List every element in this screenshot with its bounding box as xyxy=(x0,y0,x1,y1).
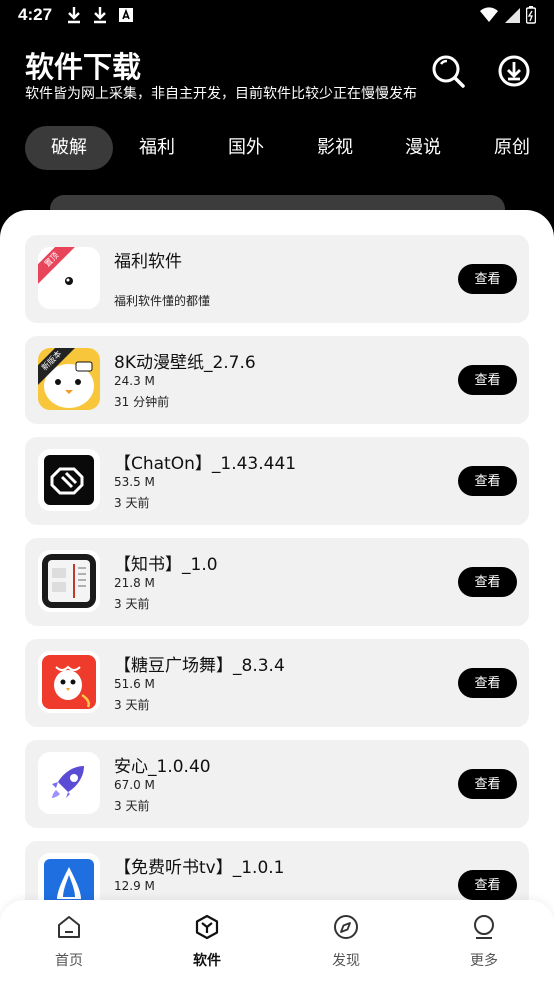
download-notification-icon xyxy=(68,7,80,24)
list-item[interactable]: 新版本 8K动漫壁纸_2.7.6 24.3 M 31 分钟前 查看 xyxy=(25,336,529,424)
view-button[interactable]: 查看 xyxy=(458,567,517,597)
zhishu-book-icon xyxy=(38,550,100,612)
app-title: 【知书】_1.0 xyxy=(114,555,218,575)
app-size: 51.6 M xyxy=(114,677,155,691)
bottom-navigation: 首页 软件 发现 更多 xyxy=(0,900,554,984)
nav-home[interactable]: 首页 xyxy=(29,914,109,974)
list-item[interactable]: 置顶 福利软件 福利软件懂的都懂 查看 xyxy=(25,235,529,323)
view-button[interactable]: 查看 xyxy=(458,264,517,294)
tab-crack[interactable]: 破解 xyxy=(25,126,113,170)
app-size: 53.5 M xyxy=(114,475,155,489)
status-time: 4:27 xyxy=(18,5,53,24)
tab-foreign[interactable]: 国外 xyxy=(214,126,278,170)
nav-software[interactable]: 软件 xyxy=(167,914,247,974)
chaton-icon xyxy=(38,449,100,511)
app-updated: 3 天前 xyxy=(114,496,150,510)
view-button[interactable]: 查看 xyxy=(458,870,517,900)
tab-video[interactable]: 影视 xyxy=(303,126,367,170)
welfare-app-icon: 置顶 xyxy=(38,247,100,309)
app-notification-icon xyxy=(119,8,133,22)
app-title: 福利软件 xyxy=(114,252,182,272)
nav-label: 更多 xyxy=(470,953,498,969)
list-item[interactable]: 安心_1.0.40 67.0 M 3 天前 查看 xyxy=(25,740,529,828)
app-title: 【免费听书tv】_1.0.1 xyxy=(114,858,285,878)
nav-discover[interactable]: 发现 xyxy=(306,914,386,974)
app-size: 12.9 M xyxy=(114,879,155,893)
tab-comics[interactable]: 漫说 xyxy=(391,126,455,170)
app-title: 8K动漫壁纸_2.7.6 xyxy=(114,353,256,373)
download-icon[interactable] xyxy=(497,54,531,88)
view-button[interactable]: 查看 xyxy=(458,466,517,496)
app-size: 21.8 M xyxy=(114,576,155,590)
wifi-icon xyxy=(480,7,498,23)
home-icon xyxy=(58,916,80,938)
app-updated: 3 天前 xyxy=(114,698,150,712)
view-button[interactable]: 查看 xyxy=(458,365,517,395)
search-icon[interactable] xyxy=(431,54,465,88)
page-subtitle: 软件皆为网上采集，非自主开发，目前软件比较少正在慢慢发布 xyxy=(25,86,417,102)
tab-original[interactable]: 原创 xyxy=(480,126,544,170)
app-title: 安心_1.0.40 xyxy=(114,757,211,777)
app-updated: 3 天前 xyxy=(114,799,150,813)
app-description: 福利软件懂的都懂 xyxy=(114,294,211,308)
tangdou-icon xyxy=(38,651,100,713)
list-item[interactable]: 【ChatOn】_1.43.441 53.5 M 3 天前 查看 xyxy=(25,437,529,525)
battery-icon xyxy=(526,6,536,24)
app-title: 【ChatOn】_1.43.441 xyxy=(114,454,297,474)
compass-icon xyxy=(334,915,358,939)
view-button[interactable]: 查看 xyxy=(458,668,517,698)
cube-icon xyxy=(195,914,219,940)
list-item[interactable]: 【糖豆广场舞】_8.3.4 51.6 M 3 天前 查看 xyxy=(25,639,529,727)
anime-wallpaper-icon: 新版本 xyxy=(38,348,100,410)
view-button[interactable]: 查看 xyxy=(458,769,517,799)
rocket-icon xyxy=(38,752,100,814)
tab-welfare[interactable]: 福利 xyxy=(125,126,189,170)
app-list: 置顶 福利软件 福利软件懂的都懂 查看 新版本 8K动漫壁纸_2.7.6 24.… xyxy=(0,210,554,984)
page-title: 软件下载 xyxy=(25,50,142,84)
nav-more[interactable]: 更多 xyxy=(444,914,524,974)
app-size: 24.3 M xyxy=(114,374,155,388)
category-tabs: 破解 福利 国外 影视 漫说 原创 xyxy=(25,126,554,170)
status-bar: 4:27 xyxy=(0,0,554,32)
nav-label: 软件 xyxy=(193,953,221,969)
user-icon xyxy=(474,915,494,939)
app-updated: 31 分钟前 xyxy=(114,395,170,409)
nav-label: 首页 xyxy=(55,953,83,969)
download-notification-icon xyxy=(94,7,106,24)
app-size: 67.0 M xyxy=(114,778,155,792)
signal-icon xyxy=(505,8,520,23)
app-updated: 3 天前 xyxy=(114,597,150,611)
nav-label: 发现 xyxy=(332,953,360,969)
list-item[interactable]: 【知书】_1.0 21.8 M 3 天前 查看 xyxy=(25,538,529,626)
app-title: 【糖豆广场舞】_8.3.4 xyxy=(114,656,285,676)
